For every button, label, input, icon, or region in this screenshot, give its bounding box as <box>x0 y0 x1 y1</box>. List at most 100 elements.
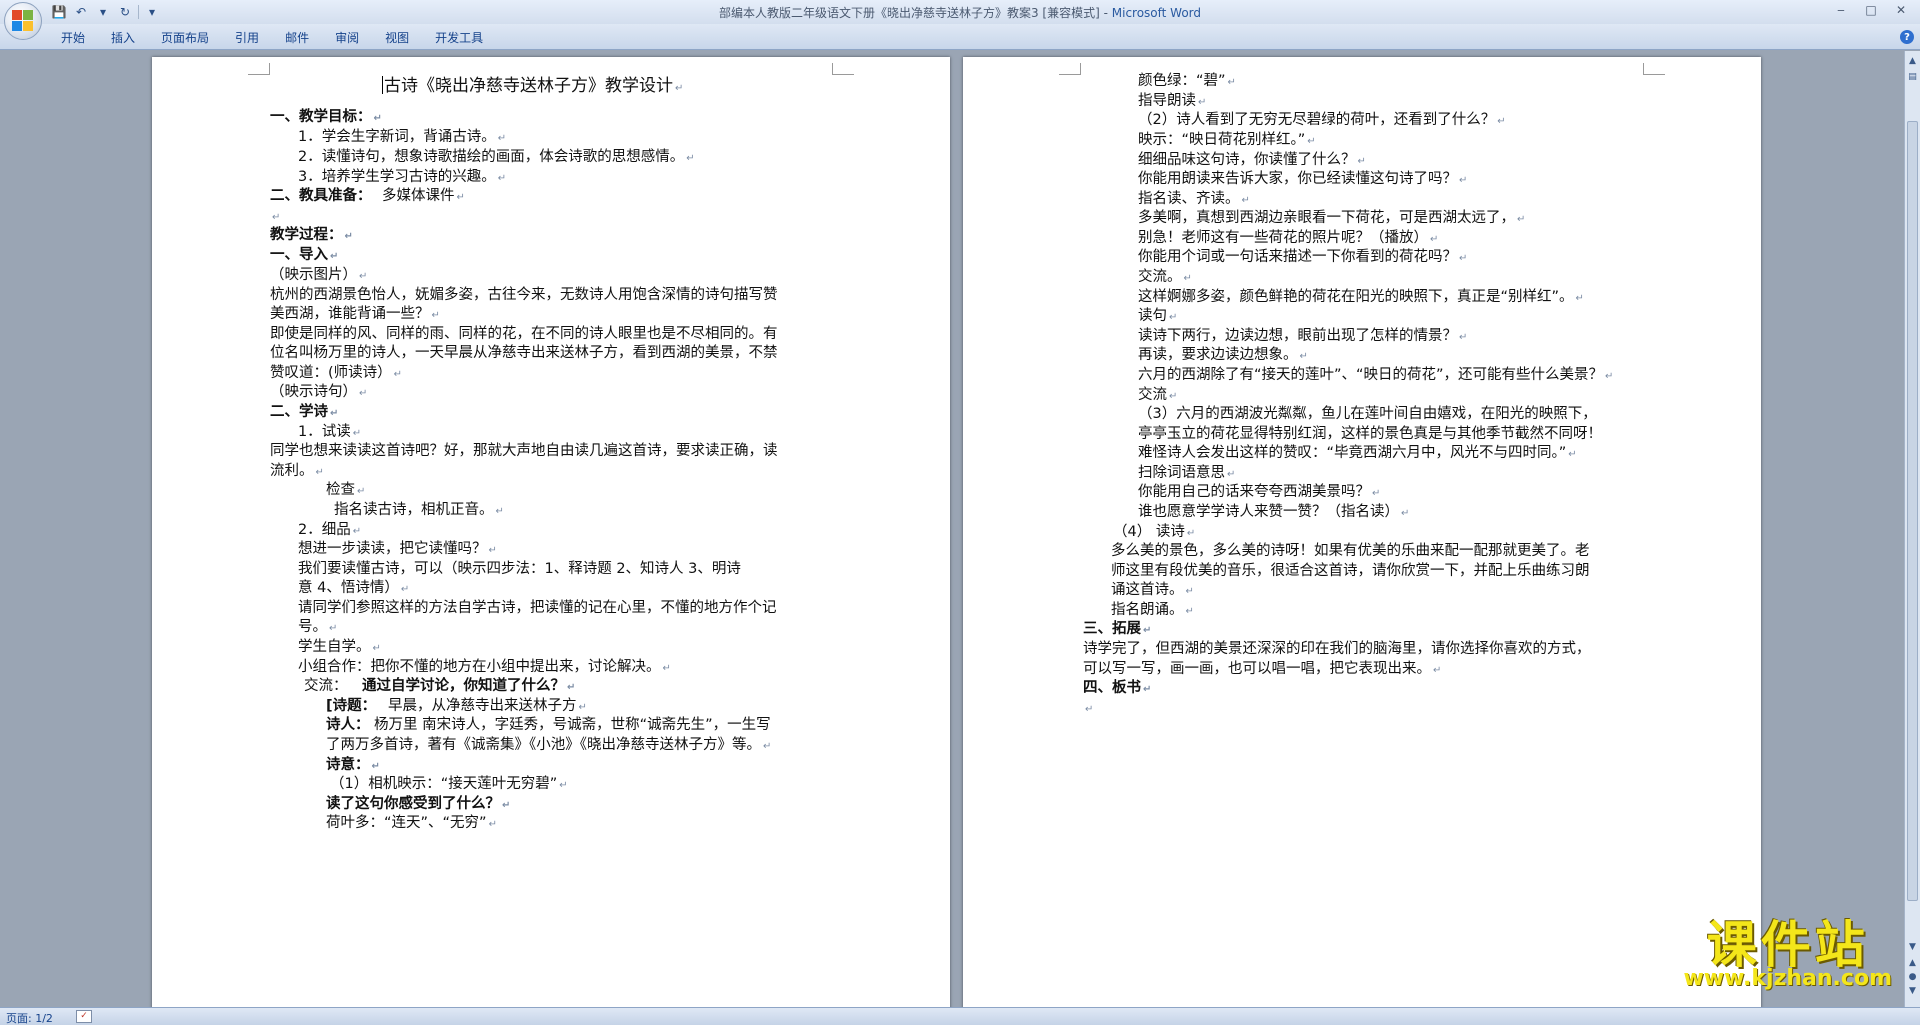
document-line[interactable]: （1）相机映示：“接天莲叶无穷碧” ↵ <box>330 774 568 796</box>
paragraph-mark-icon: ↵ <box>488 819 497 830</box>
document-line[interactable]: （2）诗人看到了无穷无尽碧绿的荷叶，还看到了什么？ ↵ <box>1138 110 1506 132</box>
maximize-button[interactable]: □ <box>1856 0 1886 20</box>
document-line[interactable]: 读句 ↵ <box>1138 306 1177 328</box>
document-line[interactable]: 诗学完了，但西湖的美景还深深的印在我们的脑海里，请你选择你喜欢的方式， <box>1083 639 1591 659</box>
paragraph-mark-icon: ↵ <box>1430 234 1439 245</box>
document-line[interactable]: 多媒体课件 ↵ <box>382 186 465 208</box>
close-button[interactable]: ✕ <box>1886 0 1916 20</box>
scroll-down-icon[interactable]: ▼ <box>1907 941 1918 952</box>
document-line[interactable]: 荷叶多：“连天”、“无穷” ↵ <box>326 813 497 835</box>
line-text: [诗题： <box>326 698 377 714</box>
document-line[interactable]: 你能用朗读来告诉大家，你已经读懂这句诗了吗？ ↵ <box>1138 169 1467 191</box>
document-line[interactable]: 一、教学目标： ↵ <box>270 107 382 129</box>
ribbon-tab[interactable]: 插入 <box>98 29 148 47</box>
paragraph-mark-icon: ↵ <box>1085 704 1094 715</box>
ribbon-tab[interactable]: 开始 <box>48 29 98 47</box>
document-line[interactable]: 颜色绿：“碧” ↵ <box>1138 71 1236 93</box>
document-line[interactable]: 美西湖，谁能背诵一些？ ↵ <box>270 304 440 326</box>
document-line[interactable]: 同学也想来读读这首诗吧？好，那就大声地自由读几遍这首诗，要求读正确，读 <box>270 441 778 461</box>
ribbon-tab[interactable]: 开发工具 <box>422 29 496 47</box>
document-line[interactable]: 你能用自己的话来夸夸西湖美景吗？ ↵ <box>1138 482 1380 504</box>
document-line[interactable]: 二、教具准备： <box>270 186 372 206</box>
paragraph-mark-icon: ↵ <box>1227 469 1236 480</box>
document-line[interactable]: （映示图片） ↵ <box>270 265 367 287</box>
document-line[interactable]: 亭亭玉立的荷花显得特别红润，这样的景色真是与其他季节截然不同呀！ <box>1138 424 1602 444</box>
ribbon-tab[interactable]: 视图 <box>372 29 422 47</box>
paragraph-mark-icon: ↵ <box>1605 371 1614 382</box>
line-text: 交流。 <box>1138 269 1182 285</box>
ribbon-tab[interactable]: 引用 <box>222 29 272 47</box>
document-line[interactable]: 难怪诗人会发出这样的赞叹：“毕竟西湖六月中，风光不与四时同。” ↵ <box>1138 443 1577 465</box>
document-line[interactable]: 2．读懂诗句，想象诗歌描绘的画面，体会诗歌的思想感情。 ↵ <box>298 147 695 169</box>
document-line[interactable]: 师这里有段优美的音乐，很适合这首诗，请你欣赏一下，并配上乐曲练习朗 <box>1111 561 1590 581</box>
previous-page-icon[interactable]: ▲ <box>1907 957 1918 968</box>
proofing-status-icon[interactable]: ✓ <box>76 1010 92 1023</box>
document-workspace: 古诗《晓出净慈寺送林子方》教学设计 ↵ 一、教学目标： ↵ 1．学会生字新词，背诵古诗。… <box>0 51 1904 1007</box>
ruler-toggle-icon[interactable]: ▤ <box>1907 71 1918 82</box>
document-line[interactable]: 再读，要求边读边想象。 ↵ <box>1138 345 1308 367</box>
document-line[interactable]: 意 4、悟诗情） ↵ <box>298 578 409 600</box>
document-line[interactable]: 多美啊，真想到西湖边亲眼看一下荷花，可是西湖太远了， ↵ <box>1138 208 1525 230</box>
document-line[interactable]: 请同学们参照这样的方法自学古诗，把读懂的记在心里，不懂的地方作个记 <box>298 598 777 618</box>
page-2[interactable]: 颜色绿：“碧” ↵ 指导朗读 ↵ （2）诗人看到了无穷无尽碧绿的荷叶，还看到了什么？ ↵ 映… <box>963 57 1761 1007</box>
paragraph-mark-icon: ↵ <box>662 663 671 674</box>
line-text: 六月的西湖除了有“接天的莲叶”、“映日的荷花”，还可能有些什么美景？ <box>1138 367 1604 383</box>
browse-object-icon[interactable]: ● <box>1907 971 1918 982</box>
line-text: 诗学完了，但西湖的美景还深深的印在我们的脑海里，请你选择你喜欢的方式， <box>1083 641 1591 657</box>
scrollbar-thumb[interactable] <box>1907 121 1918 901</box>
line-text: （映示图片） <box>270 267 357 283</box>
paragraph-mark-icon: ↵ <box>1459 253 1468 264</box>
document-line[interactable]: 诗人： <box>326 715 370 735</box>
document-line[interactable]: （映示诗句） ↵ <box>270 382 367 404</box>
minimize-button[interactable]: ‒ <box>1826 0 1856 20</box>
document-line[interactable]: （3）六月的西湖波光粼粼，鱼儿在莲叶间自由嬉戏，在阳光的映照下， <box>1138 404 1597 424</box>
page-counter[interactable]: 页面: 1/2 <box>6 1010 53 1025</box>
document-line[interactable]: ↵ <box>1083 698 1093 720</box>
document-line[interactable]: 这样婀娜多姿，颜色鲜艳的荷花在阳光的映照下，真正是“别样红”。 ↵ <box>1138 287 1584 309</box>
document-line[interactable]: 杨万里 南宋诗人，字廷秀，号诚斋，世称“诚斋先生”，一生写 <box>374 715 771 735</box>
document-line[interactable]: 流利。 ↵ <box>270 461 324 483</box>
document-line[interactable]: 你能用个词或一句话来描述一下你看到的荷花吗？ ↵ <box>1138 247 1467 269</box>
document-line[interactable]: 了两万多首诗，著有《诚斋集》《小池》《晓出净慈寺送林子方》等。 ↵ <box>326 735 771 757</box>
ribbon-tab[interactable]: 邮件 <box>272 29 322 47</box>
line-text: （3）六月的西湖波光粼粼，鱼儿在莲叶间自由嬉戏，在阳光的映照下， <box>1138 406 1597 422</box>
line-text: 你能用自己的话来夸夸西湖美景吗？ <box>1138 484 1370 500</box>
document-line[interactable]: 交流： <box>304 676 348 696</box>
scroll-up-icon[interactable]: ▲ <box>1907 55 1918 66</box>
document-line[interactable]: 通过自学讨论，你知道了什么？ ↵ <box>362 676 575 698</box>
document-line[interactable]: 杭州的西湖景色怡人，妩媚多姿，古往今来，无数诗人用饱含深情的诗句描写赞 <box>270 285 778 305</box>
next-page-icon[interactable]: ▼ <box>1907 985 1918 996</box>
office-button[interactable] <box>4 2 42 40</box>
line-text: 多么美的景色，多么美的诗呀！如果有优美的乐曲来配一配那就更美了。老 <box>1111 543 1590 559</box>
document-line[interactable]: 教学过程： ↵ <box>270 225 353 247</box>
document-line[interactable]: 一、导入 ↵ <box>270 245 338 267</box>
document-line[interactable]: 六月的西湖除了有“接天的莲叶”、“映日的荷花”，还可能有些什么美景？ ↵ <box>1138 365 1613 387</box>
document-line[interactable]: 二、学诗 ↵ <box>270 402 338 424</box>
vertical-scrollbar[interactable]: ▲ ▤ ▼ ▲ ● ▼ <box>1904 51 1920 1007</box>
watermark-text: 课件站 <box>1706 916 1869 974</box>
document-line[interactable]: 多么美的景色，多么美的诗呀！如果有优美的乐曲来配一配那就更美了。老 <box>1111 541 1590 561</box>
document-line[interactable]: 学生自学。 ↵ <box>298 637 381 659</box>
document-line[interactable]: 诵这首诗。 ↵ <box>1111 580 1194 602</box>
document-line[interactable]: [诗题： <box>326 696 376 716</box>
document-title[interactable]: 古诗《晓出净慈寺送林子方》教学设计 ↵ <box>382 75 683 100</box>
document-line[interactable]: 即使是同样的风、同样的雨、同样的花，在不同的诗人眼里也是不尽相同的。有 <box>270 324 778 344</box>
ribbon: 开始 插入 页面布局 引用 邮件 审阅 视图 开发工具 ? <box>0 24 1920 50</box>
page-1[interactable]: 古诗《晓出净慈寺送林子方》教学设计 ↵ 一、教学目标： ↵ 1．学会生字新词，背诵古诗。… <box>152 57 950 1007</box>
document-line[interactable]: 1．学会生字新词，背诵古诗。 ↵ <box>298 127 506 149</box>
document-line[interactable]: 我们要读懂古诗，可以（映示四步法：1、释诗题 2、知诗人 3、明诗 <box>298 559 741 579</box>
document-line[interactable]: 映示：“映日荷花别样红。” ↵ <box>1138 130 1316 152</box>
help-icon[interactable]: ? <box>1900 30 1914 44</box>
document-line[interactable]: 指名读古诗，相机正音。 ↵ <box>334 500 504 522</box>
document-line[interactable]: 三、拓展 ↵ <box>1083 619 1151 641</box>
paragraph-mark-icon: ↵ <box>1459 332 1468 343</box>
document-line[interactable]: 谁也愿意学学诗人来赞一赞？（指名读） ↵ <box>1138 502 1409 524</box>
ribbon-tab[interactable]: 页面布局 <box>148 29 222 47</box>
document-line[interactable]: 交流。 ↵ <box>1138 267 1192 289</box>
ribbon-tab[interactable]: 审阅 <box>322 29 372 47</box>
document-line[interactable]: 四、板书 ↵ <box>1083 678 1151 700</box>
document-line[interactable]: 位名叫杨万里的诗人，一天早晨从净慈寺出来送林子方，看到西湖的美景，不禁 <box>270 343 778 363</box>
document-line[interactable]: 想进一步读读，把它读懂吗？ ↵ <box>298 539 497 561</box>
document-line[interactable]: 号。 ↵ <box>298 617 337 639</box>
document-line[interactable]: 检查 ↵ <box>326 480 365 502</box>
